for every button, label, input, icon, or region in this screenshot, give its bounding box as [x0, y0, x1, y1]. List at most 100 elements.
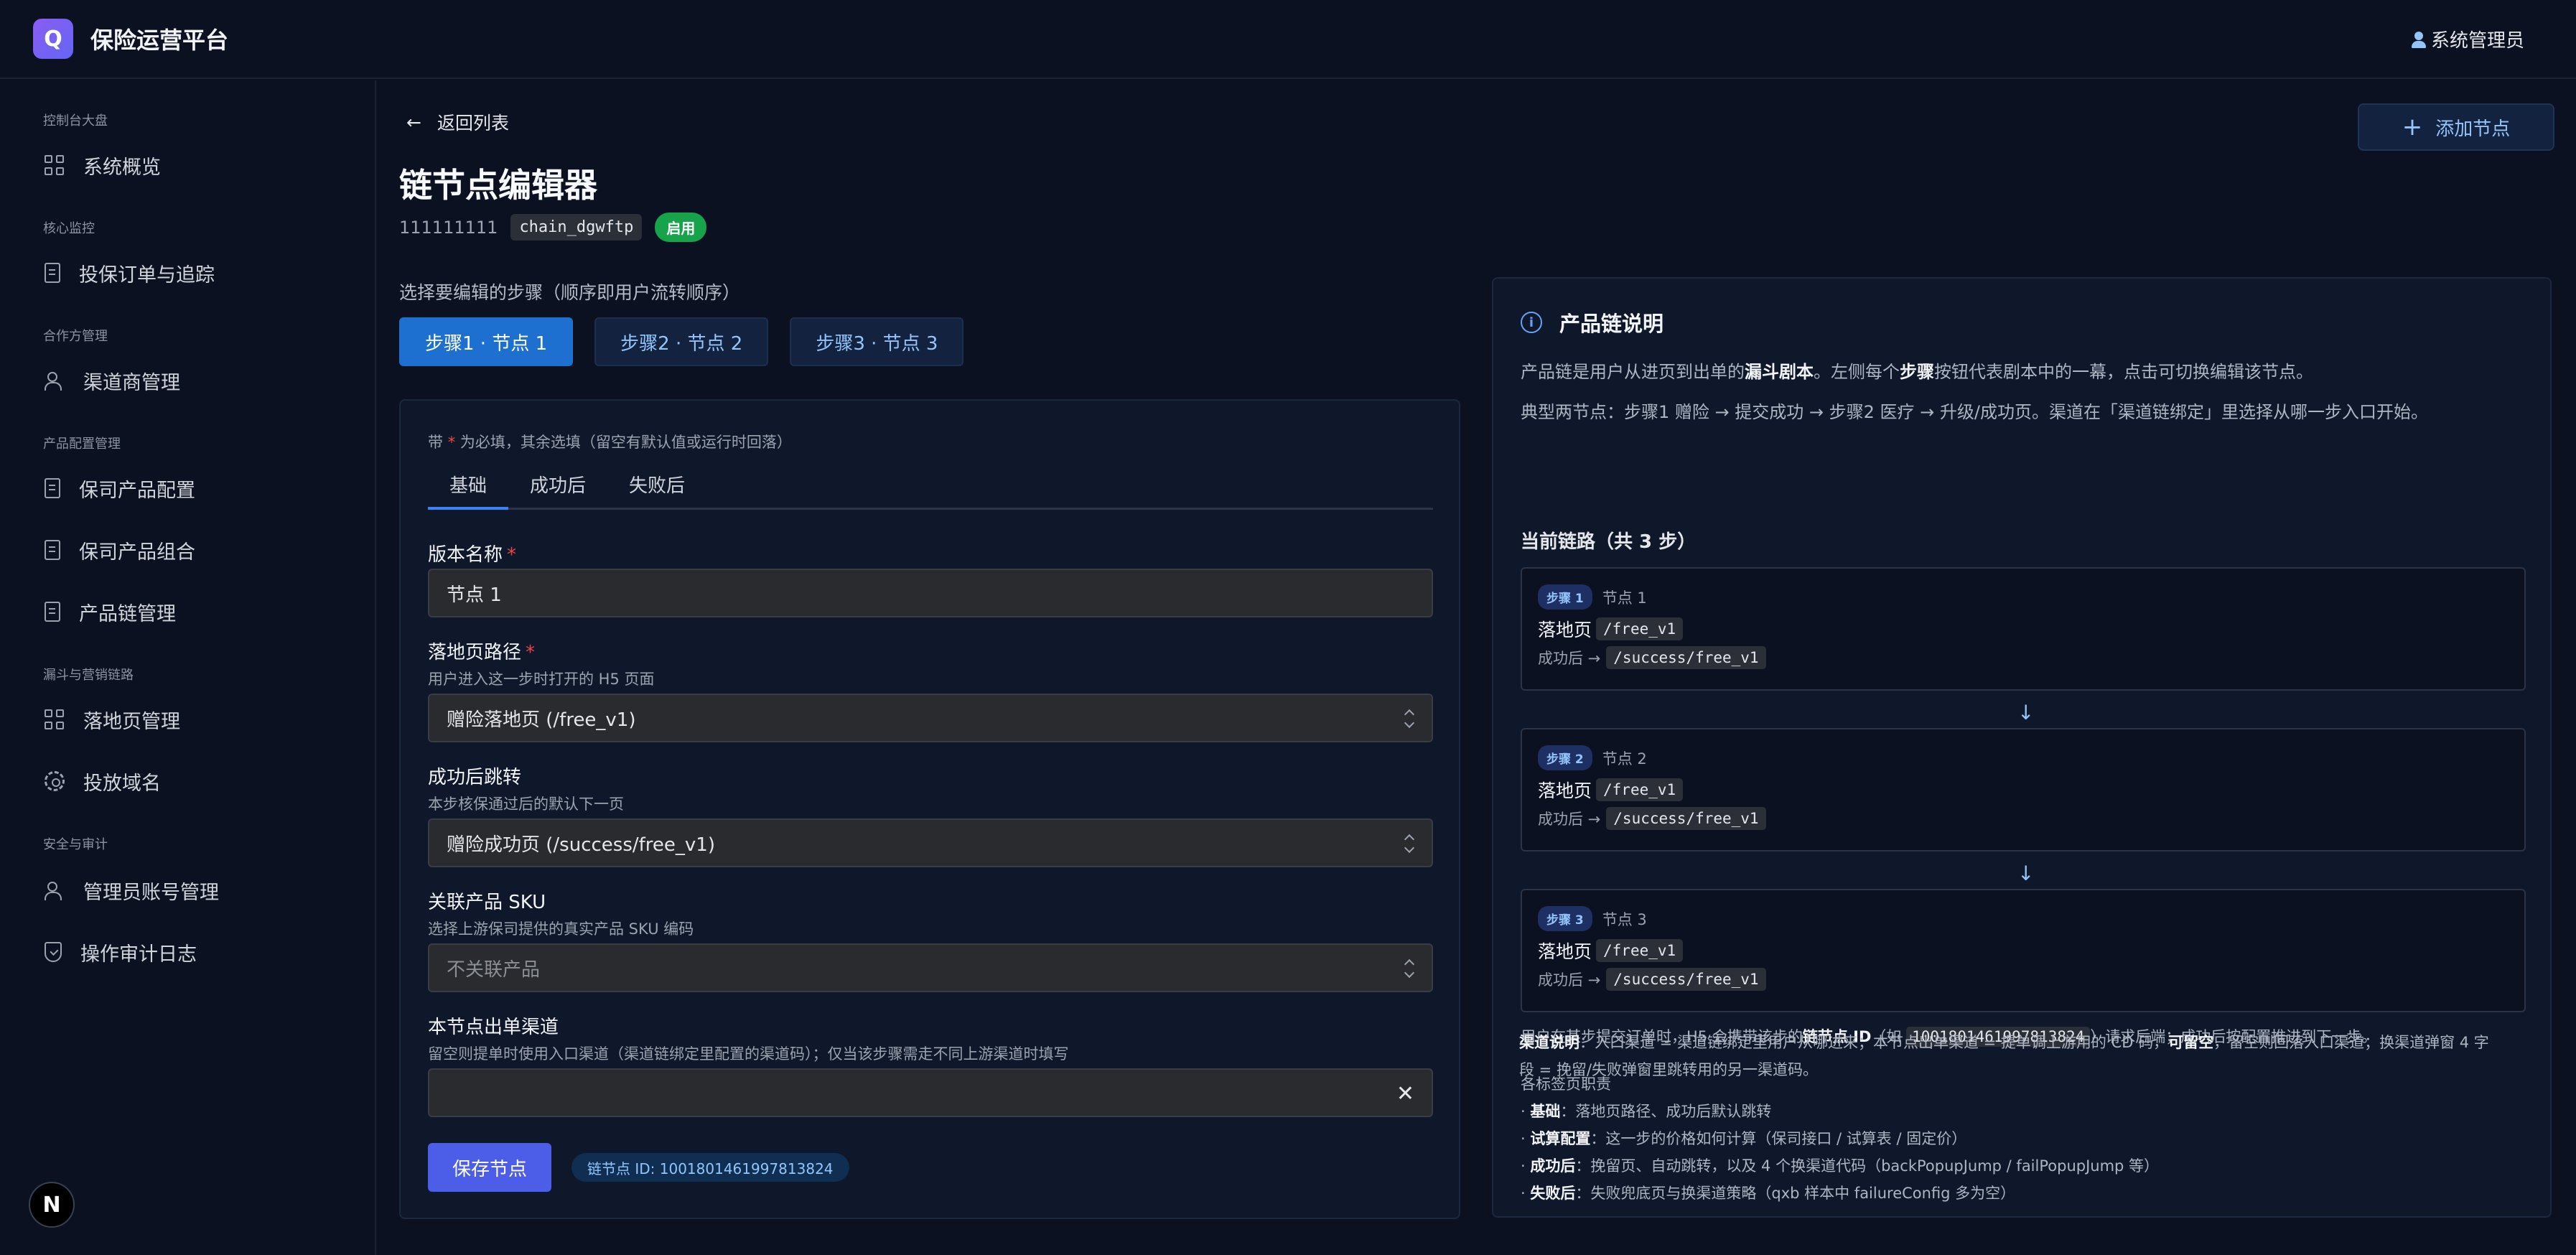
channel-input[interactable]: ✕ — [428, 1068, 1433, 1117]
form-tabs: 基础 成功后 失败后 — [428, 471, 1433, 510]
duty-item: · 失败后：失败兜底页与换渠道策略（qxb 样本中 failureConfig … — [1521, 1185, 2016, 1202]
form-note: 带 * 为必填，其余选填（留空有默认值或运行时回落） — [428, 431, 792, 452]
users-icon — [45, 370, 65, 391]
save-node-button[interactable]: 保存节点 — [428, 1143, 551, 1192]
chain-landing-row: 落地页 /free_v1 — [1538, 616, 1684, 642]
sidebar-item-channels[interactable]: 渠道商管理 — [45, 366, 180, 395]
duty-item: · 试算配置：这一步的价格如何计算（保司接口 / 试算表 / 固定价） — [1521, 1130, 1967, 1147]
info-text: ：入口渠道 = 渠道链绑定里用户从哪进来；本节点出单渠道 = 提单调上游用的 C… — [1579, 1034, 2169, 1051]
info-title-text: 产品链说明 — [1559, 312, 1664, 336]
chain-step-card[interactable]: 步骤 2 节点 2 落地页 /free_v1 成功后 → /success/fr… — [1521, 728, 2526, 852]
version-name-text: 版本名称 — [428, 544, 503, 566]
sidebar-group-label: 漏斗与营销链路 — [43, 668, 134, 683]
info-text: 按钮代表剧本中的一幕，点击可切换编辑该节点。 — [1934, 362, 2313, 382]
after-path: /success/free_v1 — [1606, 646, 1766, 669]
info-bold: 漏斗剧本 — [1745, 362, 1814, 382]
node-name: 节点 3 — [1602, 910, 1647, 928]
step-tab-1[interactable]: 步骤1 · 节点 1 — [399, 317, 574, 366]
step-badge: 步骤 3 — [1538, 906, 1592, 931]
select-arrows-icon — [1404, 708, 1414, 729]
app-logo[interactable]: Q — [33, 19, 73, 59]
chain-step-card[interactable]: 步骤 3 节点 3 落地页 /free_v1 成功后 → /success/fr… — [1521, 889, 2526, 1012]
info-icon: i — [1521, 312, 1542, 333]
page-title: 链节点编辑器 — [399, 166, 597, 205]
after-label: 成功后 → — [1538, 811, 1601, 828]
document-icon — [45, 540, 60, 560]
required-star: * — [526, 642, 536, 663]
channel-help: 留空则提单时使用入口渠道（渠道链绑定里配置的渠道码）；仅当该步骤需走不同上游渠道… — [428, 1045, 1069, 1063]
sidebar-item-domains[interactable]: 投放域名 — [45, 767, 161, 796]
sidebar-group-label: 控制台大盘 — [43, 113, 108, 129]
main-content: ← 返回列表 + 添加节点 链节点编辑器 111111111 chain_dgw… — [376, 80, 2576, 1255]
duty-item: · 基础：落地页路径、成功后默认跳转 — [1521, 1103, 1772, 1120]
sidebar-item-product-chain[interactable]: 产品链管理 — [45, 597, 176, 626]
landing-label: 落地页 — [1538, 620, 1592, 640]
info-text: 产品链是用户从进页到出单的 — [1521, 362, 1745, 382]
success-redirect-select[interactable]: 赠险成功页 (/success/free_v1) — [428, 818, 1433, 867]
user-menu[interactable]: 系统管理员 — [2411, 26, 2524, 52]
select-arrows-icon — [1404, 833, 1414, 854]
chain-code: chain_dgwftp — [510, 214, 643, 241]
back-link[interactable]: ← 返回列表 — [406, 109, 509, 135]
sidebar-item-product-bundle[interactable]: 保司产品组合 — [45, 536, 195, 564]
note-key: 渠道说明 — [1519, 1034, 1579, 1051]
landing-path-label: 落地页路径 * — [428, 638, 535, 664]
after-label: 成功后 → — [1538, 971, 1601, 989]
after-path: /success/free_v1 — [1606, 968, 1766, 991]
status-badge: 启用 — [655, 213, 707, 242]
duty-key: 试算配置 — [1530, 1130, 1591, 1147]
sidebar-item-overview[interactable]: 系统概览 — [45, 151, 161, 179]
step-tab-3[interactable]: 步骤3 · 节点 3 — [790, 317, 964, 366]
node-form-panel: 带 * 为必填，其余选填（留空有默认值或运行时回落） 基础 成功后 失败后 版本… — [399, 399, 1460, 1219]
sidebar-group-label: 产品配置管理 — [43, 437, 121, 452]
sidebar: 控制台大盘 系统概览 核心监控 投保订单与追踪 合作方管理 渠道商管理 产品配置… — [0, 80, 376, 1255]
next-dev-badge[interactable]: N — [29, 1182, 75, 1228]
sidebar-item-label: 保司产品组合 — [79, 541, 195, 564]
plus-icon: + — [2402, 113, 2423, 141]
step-tab-2[interactable]: 步骤2 · 节点 2 — [594, 317, 769, 366]
landing-path-value: 赠险落地页 (/free_v1) — [447, 709, 636, 731]
product-sku-help: 选择上游保司提供的真实产品 SKU 编码 — [428, 920, 694, 938]
duty-key: 成功后 — [1530, 1157, 1576, 1175]
sidebar-item-product-config[interactable]: 保司产品配置 — [45, 474, 195, 503]
product-sku-select[interactable]: 不关联产品 — [428, 943, 1433, 992]
chain-title: 当前链路（共 3 步） — [1521, 531, 1697, 553]
app-title[interactable]: 保险运营平台 — [90, 22, 228, 55]
sidebar-item-label: 保司产品配置 — [79, 479, 195, 502]
clear-icon[interactable]: ✕ — [1396, 1081, 1414, 1106]
landing-path-select[interactable]: 赠险落地页 (/free_v1) — [428, 694, 1433, 742]
version-name-input[interactable]: 节点 1 — [428, 569, 1433, 617]
add-node-button[interactable]: + 添加节点 — [2358, 103, 2554, 151]
duty-value: ：挽留页、自动跳转，以及 4 个换渠道代码（backPopupJump / fa… — [1575, 1157, 2160, 1175]
tab-basic[interactable]: 基础 — [428, 471, 509, 510]
landing-label: 落地页 — [1538, 941, 1592, 962]
sidebar-item-label: 管理员账号管理 — [83, 881, 219, 904]
duty-key: 基础 — [1530, 1103, 1561, 1120]
node-name: 节点 2 — [1602, 750, 1647, 768]
arrow-down-icon: ↓ — [2017, 862, 2035, 885]
tab-on-success[interactable]: 成功后 — [508, 471, 607, 510]
landing-path-help: 用户进入这一步时打开的 H5 页面 — [428, 671, 655, 688]
arrow-left-icon: ← — [406, 111, 421, 133]
sidebar-item-orders[interactable]: 投保订单与追踪 — [45, 258, 215, 287]
after-label: 成功后 → — [1538, 650, 1601, 667]
user-icon — [2411, 30, 2427, 49]
chain-step-card[interactable]: 步骤 1 节点 1 落地页 /free_v1 成功后 → /success/fr… — [1521, 567, 2526, 691]
info-text: ，留空则回落入口渠道；换渠道弹窗 4 字 — [2213, 1034, 2489, 1051]
form-note-text: 带 — [428, 434, 448, 451]
success-redirect-help: 本步核保通过后的默认下一页 — [428, 796, 624, 813]
sidebar-item-admins[interactable]: 管理员账号管理 — [45, 876, 219, 905]
order-icon — [45, 263, 60, 283]
document-icon — [45, 602, 60, 622]
select-arrows-icon — [1404, 958, 1414, 979]
chain-after-row: 成功后 → /success/free_v1 — [1538, 807, 1766, 830]
channel-note-line-1: 渠道说明：入口渠道 = 渠道链绑定里用户从哪进来；本节点出单渠道 = 提单调上游… — [1519, 1031, 2489, 1053]
sidebar-item-landing-pages[interactable]: 落地页管理 — [45, 705, 180, 734]
duty-key: 失败后 — [1530, 1185, 1576, 1202]
success-redirect-label: 成功后跳转 — [428, 767, 522, 788]
shield-icon — [45, 942, 62, 962]
chain-after-row: 成功后 → /success/free_v1 — [1538, 646, 1766, 669]
sidebar-item-audit-log[interactable]: 操作审计日志 — [45, 938, 197, 966]
step-badge: 步骤 1 — [1538, 584, 1592, 610]
tab-on-failure[interactable]: 失败后 — [607, 471, 706, 510]
